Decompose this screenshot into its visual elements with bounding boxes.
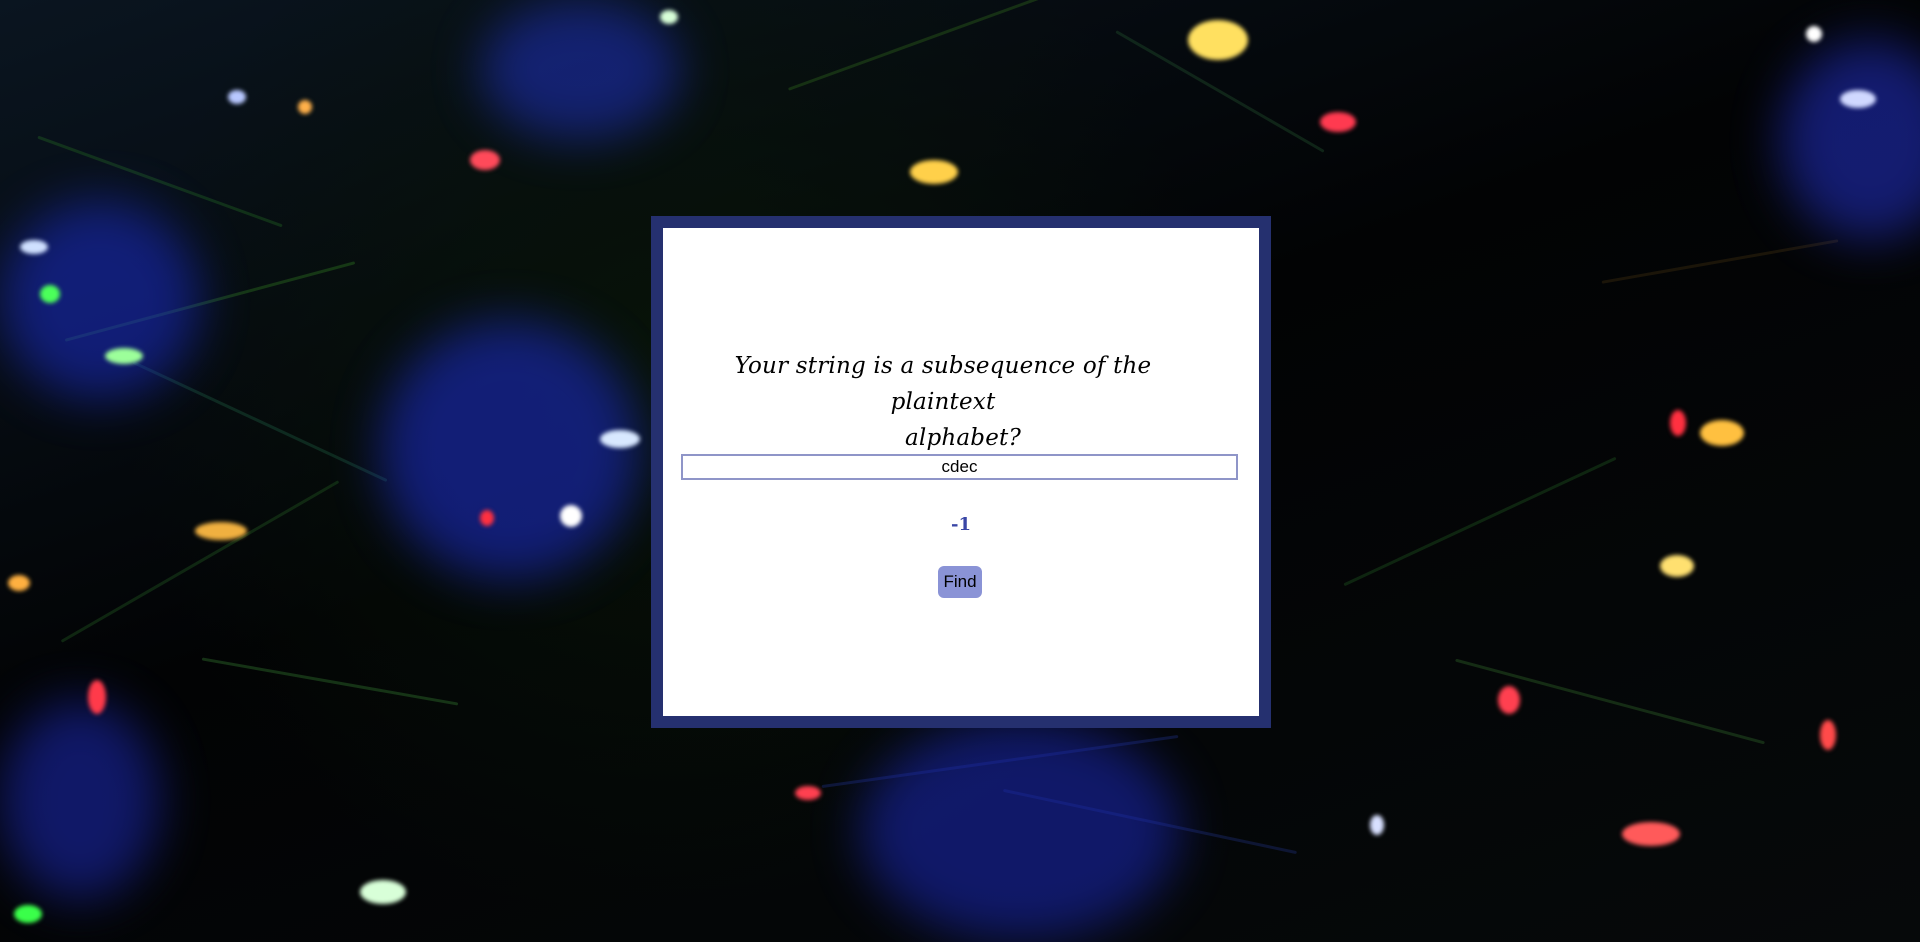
result-value: -1 — [951, 514, 971, 535]
find-button[interactable]: Find — [938, 566, 982, 598]
question-text: Your string is a subsequence of the plai… — [693, 348, 1193, 456]
question-line-2: alphabet? — [904, 425, 1022, 451]
dialog-card: Your string is a subsequence of the plai… — [663, 228, 1259, 716]
question-line-1: Your string is a subsequence of the plai… — [734, 353, 1152, 415]
dialog-frame: Your string is a subsequence of the plai… — [651, 216, 1271, 728]
string-input[interactable] — [681, 454, 1238, 480]
